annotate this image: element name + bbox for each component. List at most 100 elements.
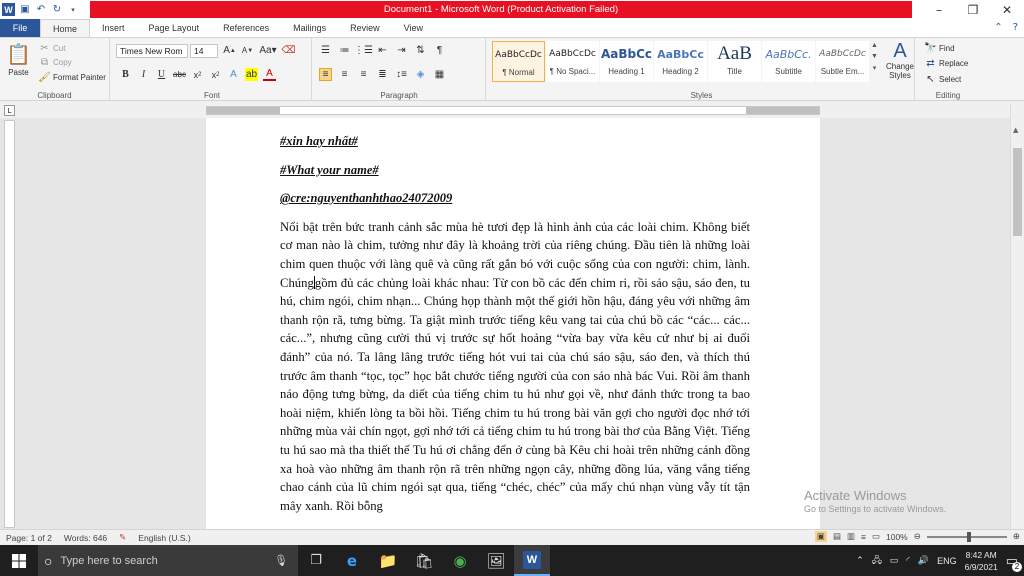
- language-indicator-tray[interactable]: ENG: [937, 556, 957, 566]
- page-count[interactable]: Page: 1 of 2: [0, 533, 58, 543]
- tab-selector-icon[interactable]: L: [4, 105, 15, 116]
- style-heading-2[interactable]: AaBbCc Heading 2: [654, 41, 707, 82]
- italic-icon[interactable]: I: [137, 68, 150, 81]
- line-spacing-icon[interactable]: ↕≡: [395, 68, 408, 81]
- find-button[interactable]: 🔭 Find: [924, 42, 954, 55]
- word-app-icon[interactable]: W: [2, 3, 15, 16]
- tab-page-layout[interactable]: Page Layout: [137, 19, 212, 37]
- zoom-level[interactable]: 100%: [886, 532, 908, 542]
- maximize-button[interactable]: ❐: [956, 0, 990, 19]
- help-icon[interactable]: ?: [1013, 22, 1018, 33]
- vertical-scrollbar[interactable]: ▲: [1010, 104, 1024, 529]
- print-layout-icon[interactable]: ▣: [814, 531, 827, 542]
- scroll-up-arrow-icon[interactable]: ▲: [1013, 126, 1018, 134]
- minimize-ribbon-icon[interactable]: ⌃: [994, 22, 1002, 33]
- zoom-in-icon[interactable]: ⊕: [1013, 531, 1020, 542]
- battery-icon[interactable]: ▭: [890, 555, 899, 566]
- clock[interactable]: 8:42 AM 6/9/2021: [965, 549, 998, 573]
- edge-icon[interactable]: e: [334, 545, 370, 576]
- word-taskbar-icon[interactable]: W: [514, 545, 550, 576]
- change-styles-button[interactable]: A Change Styles: [883, 40, 917, 80]
- font-name-combo[interactable]: Times New Rom: [116, 44, 188, 58]
- minimize-button[interactable]: –: [922, 0, 956, 19]
- task-view-icon[interactable]: ❐: [298, 545, 334, 576]
- zoom-slider[interactable]: [926, 531, 1007, 542]
- font-size-combo[interactable]: 14: [190, 44, 218, 58]
- network-icon[interactable]: 🖧: [872, 553, 882, 569]
- align-center-icon[interactable]: ≡: [338, 68, 351, 81]
- text-effects-icon[interactable]: A: [227, 68, 240, 81]
- tab-home[interactable]: Home: [40, 19, 91, 37]
- tab-mailings[interactable]: Mailings: [281, 19, 338, 37]
- customize-qat-icon[interactable]: ▾: [67, 4, 79, 16]
- start-button[interactable]: [0, 545, 38, 576]
- document-page[interactable]: #xin hay nhất# #What your name# @cre:ngu…: [206, 118, 820, 529]
- select-button[interactable]: ↖ Select: [924, 73, 961, 86]
- cut-button[interactable]: ✂ Cut: [38, 42, 65, 55]
- document-body[interactable]: #xin hay nhất# #What your name# @cre:ngu…: [280, 132, 750, 515]
- full-screen-icon[interactable]: ▤: [833, 531, 841, 542]
- align-right-icon[interactable]: ≡: [357, 68, 370, 81]
- photos-icon[interactable]: 🖼: [478, 545, 514, 576]
- style-no-spacing[interactable]: AaBbCcDc ¶ No Spaci...: [546, 41, 599, 82]
- styles-scroll[interactable]: ▲ ▼ ▾: [871, 42, 878, 72]
- subscript-icon[interactable]: x2: [191, 68, 204, 81]
- increase-indent-icon[interactable]: ⇥: [395, 44, 408, 57]
- font-color-icon[interactable]: A: [263, 68, 276, 81]
- tab-insert[interactable]: Insert: [90, 19, 137, 37]
- style-title[interactable]: AaB Title: [708, 41, 761, 82]
- superscript-icon[interactable]: x2: [209, 68, 222, 81]
- sort-icon[interactable]: ⇅: [414, 44, 427, 57]
- ruler-bar[interactable]: [206, 106, 820, 115]
- language-indicator[interactable]: English (U.S.): [132, 533, 196, 543]
- align-left-icon[interactable]: ≡: [319, 68, 332, 81]
- justify-icon[interactable]: ≣: [376, 68, 389, 81]
- show-hidden-icons-icon[interactable]: ⌃: [856, 555, 864, 566]
- save-icon[interactable]: ▣: [19, 4, 31, 16]
- style-subtitle[interactable]: AaBbCc. Subtitle: [762, 41, 815, 82]
- wifi-icon[interactable]: ◜: [906, 555, 910, 566]
- numbering-icon[interactable]: ≔: [338, 44, 351, 57]
- proofing-icon[interactable]: ✎: [113, 532, 132, 543]
- copy-button[interactable]: ⧉ Copy: [38, 56, 72, 69]
- redo-icon[interactable]: ↻: [51, 4, 63, 16]
- tab-review[interactable]: Review: [338, 19, 392, 37]
- style-subtle-emphasis[interactable]: AaBbCcDc Subtle Em...: [816, 41, 869, 82]
- borders-icon[interactable]: ▦: [433, 68, 446, 81]
- taskbar-search[interactable]: ○ Type here to search 🎙: [38, 545, 298, 576]
- scrollbar-thumb[interactable]: [1013, 148, 1022, 236]
- close-button[interactable]: ✕: [990, 0, 1024, 19]
- change-case-icon[interactable]: Aa▾: [259, 44, 277, 57]
- web-layout-icon[interactable]: ▥: [847, 531, 855, 542]
- grow-font-icon[interactable]: A ▲: [223, 44, 236, 57]
- undo-icon[interactable]: ↶: [35, 4, 47, 16]
- shading-icon[interactable]: ◈: [414, 68, 427, 81]
- tab-file[interactable]: File: [0, 19, 40, 37]
- show-formatting-icon[interactable]: ¶: [433, 44, 446, 57]
- outline-icon[interactable]: ≡: [861, 532, 866, 542]
- highlight-icon[interactable]: ab: [245, 68, 258, 81]
- draft-icon[interactable]: ▭: [872, 531, 880, 542]
- volume-icon[interactable]: 🔊: [918, 555, 929, 566]
- strikethrough-icon[interactable]: abc: [173, 68, 186, 81]
- bold-icon[interactable]: B: [119, 68, 132, 81]
- zoom-out-icon[interactable]: ⊖: [914, 531, 921, 542]
- paste-button[interactable]: 📋 Paste: [6, 42, 31, 77]
- notifications-icon[interactable]: ▭ 2: [1006, 553, 1022, 572]
- store-icon[interactable]: 🛍: [406, 545, 442, 576]
- replace-button[interactable]: ⇄ Replace: [924, 57, 968, 70]
- tab-references[interactable]: References: [211, 19, 281, 37]
- green-app-icon[interactable]: ◉: [442, 545, 478, 576]
- clear-formatting-icon[interactable]: ⌫: [281, 44, 295, 57]
- microphone-icon[interactable]: 🎙: [274, 554, 288, 567]
- decrease-indent-icon[interactable]: ⇤: [376, 44, 389, 57]
- style-heading-1[interactable]: AaBbCc Heading 1: [600, 41, 653, 82]
- file-explorer-icon[interactable]: 📁: [370, 545, 406, 576]
- underline-icon[interactable]: U: [155, 68, 168, 81]
- multilevel-list-icon[interactable]: ⋮☰: [354, 44, 373, 57]
- bullets-icon[interactable]: ☰: [319, 44, 332, 57]
- style-normal[interactable]: AaBbCcDc ¶ Normal: [492, 41, 545, 82]
- shrink-font-icon[interactable]: A ▼: [241, 44, 254, 57]
- tab-view[interactable]: View: [392, 19, 435, 37]
- format-painter-button[interactable]: 🖌 Format Painter: [38, 71, 106, 84]
